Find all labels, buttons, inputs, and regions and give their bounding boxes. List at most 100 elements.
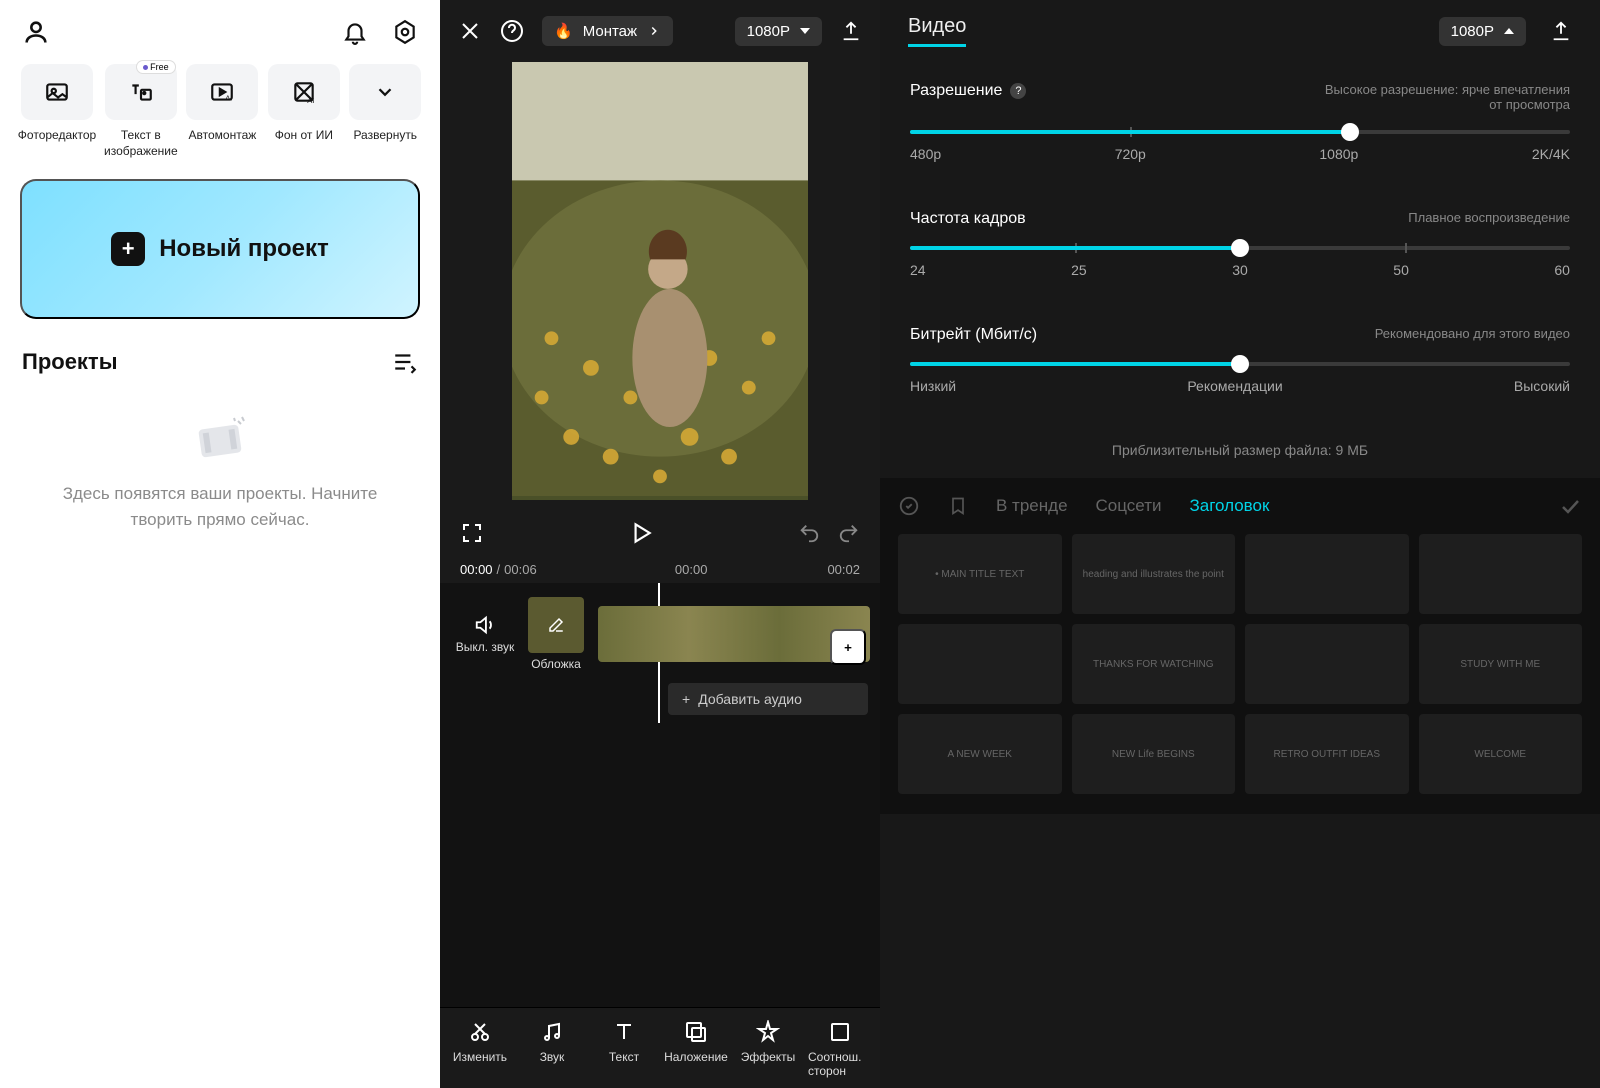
export-title: Видео <box>908 15 966 47</box>
template-card[interactable] <box>898 624 1062 704</box>
fps-label: Частота кадров <box>910 210 1026 228</box>
projects-title: Проекты <box>22 349 118 375</box>
tool-automontage[interactable]: AI Автомонтаж <box>186 64 259 159</box>
template-card[interactable]: NEW Life BEGINS <box>1072 714 1236 794</box>
template-card[interactable]: • MAIN TITLE TEXT <box>898 534 1062 614</box>
tool-effects[interactable]: Эффекты <box>736 1020 800 1078</box>
mute-button[interactable]: Выкл. звук <box>450 614 520 654</box>
template-grid: • MAIN TITLE TEXT heading and illustrate… <box>898 534 1582 794</box>
resolution-pill-right[interactable]: 1080P <box>1439 17 1526 46</box>
template-section: В тренде Соцсети Заголовок • MAIN TITLE … <box>880 478 1600 814</box>
resolution-label: Разрешение <box>910 82 1002 100</box>
new-project-label: Новый проект <box>159 235 329 263</box>
film-icon <box>190 415 250 463</box>
template-card[interactable] <box>1419 534 1583 614</box>
list-edit-icon[interactable] <box>392 349 418 375</box>
add-audio-label: Добавить аудио <box>698 691 802 707</box>
tool-ai-background[interactable]: AI Фон от ИИ <box>267 64 340 159</box>
home-panel: Фоторедактор Free Текст в изображение AI… <box>0 0 440 1088</box>
ai-off-icon[interactable] <box>898 495 920 517</box>
tool-overlay[interactable]: Наложение <box>664 1020 728 1078</box>
empty-projects: Здесь появятся ваши проекты. Начните тво… <box>0 385 440 1088</box>
svg-text:AI: AI <box>226 94 233 103</box>
resolution-slider[interactable] <box>910 130 1570 134</box>
bottom-toolbar: Изменить Звук Текст Наложение Эффекты Со… <box>440 1007 880 1088</box>
redo-icon[interactable] <box>838 522 860 544</box>
fps-slider[interactable] <box>910 246 1570 250</box>
export-icon[interactable] <box>840 20 862 42</box>
tab-title[interactable]: Заголовок <box>1189 496 1269 516</box>
video-preview[interactable] <box>512 62 808 500</box>
time-total: 00:06 <box>504 562 537 577</box>
resolution-setting: Разрешение? Высокое разрешение: ярче впе… <box>910 82 1570 162</box>
export-icon[interactable] <box>1550 20 1572 42</box>
preview-area <box>440 62 880 510</box>
play-icon[interactable] <box>628 520 654 546</box>
bitrate-setting: Битрейт (Мбит/с) Рекомендовано для этого… <box>910 326 1570 394</box>
timeline: Выкл. звук Обложка + +Добавить аудио <box>440 583 880 723</box>
export-header: Видео 1080P <box>880 0 1600 62</box>
resolution-hint: Высокое разрешение: ярче впечатления от … <box>1320 82 1570 112</box>
template-card[interactable]: WELCOME <box>1419 714 1583 794</box>
template-card[interactable]: RETRO OUTFIT IDEAS <box>1245 714 1409 794</box>
help-icon[interactable] <box>500 19 524 43</box>
bitrate-hint: Рекомендовано для этого видео <box>1375 326 1570 341</box>
profile-icon[interactable] <box>22 18 50 46</box>
tool-photo-editor[interactable]: Фоторедактор <box>18 64 96 159</box>
tool-edit[interactable]: Изменить <box>448 1020 512 1078</box>
undo-icon[interactable] <box>798 522 820 544</box>
template-card[interactable] <box>1245 624 1409 704</box>
time-display: 00:00 / 00:06 00:00 00:02 <box>440 556 880 583</box>
cover-label: Обложка <box>531 657 581 671</box>
template-card[interactable]: A NEW WEEK <box>898 714 1062 794</box>
mute-label: Выкл. звук <box>456 640 515 654</box>
template-card[interactable]: STUDY WITH ME <box>1419 624 1583 704</box>
template-tabs: В тренде Соцсети Заголовок <box>898 494 1582 518</box>
bell-icon[interactable] <box>342 19 368 45</box>
fullscreen-icon[interactable] <box>460 521 484 545</box>
fps-setting: Частота кадров Плавное воспроизведение 2… <box>910 210 1570 278</box>
time-current: 00:00 <box>460 562 493 577</box>
montage-label: Монтаж <box>583 23 637 40</box>
template-card[interactable]: heading and illustrates the point <box>1072 534 1236 614</box>
add-clip-button[interactable]: + <box>830 629 866 665</box>
tool-label: Фон от ИИ <box>275 128 333 144</box>
resolution-pill-mid[interactable]: 1080P <box>735 17 822 46</box>
tool-label: Текст в изображение <box>104 128 178 159</box>
res-label: 1080P <box>1451 23 1494 40</box>
bitrate-label: Битрейт (Мбит/с) <box>910 326 1037 344</box>
confirm-icon[interactable] <box>1558 494 1582 518</box>
tool-text-to-image[interactable]: Free Текст в изображение <box>104 64 178 159</box>
cover-button[interactable]: Обложка <box>528 597 584 671</box>
free-badge: Free <box>136 60 176 74</box>
tab-social[interactable]: Соцсети <box>1096 496 1162 516</box>
bitrate-slider[interactable] <box>910 362 1570 366</box>
fps-hint: Плавное воспроизведение <box>1408 210 1570 225</box>
filesize-text: Приблизительный размер файла: 9 МБ <box>910 442 1570 458</box>
settings-icon[interactable] <box>392 19 418 45</box>
tool-audio[interactable]: Звук <box>520 1020 584 1078</box>
player-controls <box>440 510 880 556</box>
editor-header: 🔥 Монтаж 1080P <box>440 0 880 62</box>
montage-pill[interactable]: 🔥 Монтаж <box>542 16 673 46</box>
projects-header: Проекты <box>0 339 440 385</box>
tab-trending[interactable]: В тренде <box>996 496 1068 516</box>
editor-panel: 🔥 Монтаж 1080P <box>440 0 880 1088</box>
svg-text:AI: AI <box>307 96 314 105</box>
tool-text[interactable]: Текст <box>592 1020 656 1078</box>
plus-icon: + <box>111 232 145 266</box>
hint-icon[interactable]: ? <box>1010 83 1026 99</box>
tool-aspect[interactable]: Соотнош. сторон <box>808 1020 872 1078</box>
new-project-button[interactable]: + Новый проект <box>20 179 420 319</box>
tool-label: Развернуть <box>353 128 417 144</box>
tool-label: Фоторедактор <box>18 128 96 144</box>
close-icon[interactable] <box>458 19 482 43</box>
tool-row: Фоторедактор Free Текст в изображение AI… <box>0 64 440 159</box>
template-card[interactable] <box>1245 534 1409 614</box>
add-audio-button[interactable]: +Добавить аудио <box>668 683 868 715</box>
res-label: 1080P <box>747 23 790 40</box>
tool-expand[interactable]: Развернуть <box>349 64 422 159</box>
bookmark-icon[interactable] <box>948 496 968 516</box>
empty-text: Здесь появятся ваши проекты. Начните тво… <box>0 481 440 532</box>
template-card[interactable]: THANKS FOR WATCHING <box>1072 624 1236 704</box>
